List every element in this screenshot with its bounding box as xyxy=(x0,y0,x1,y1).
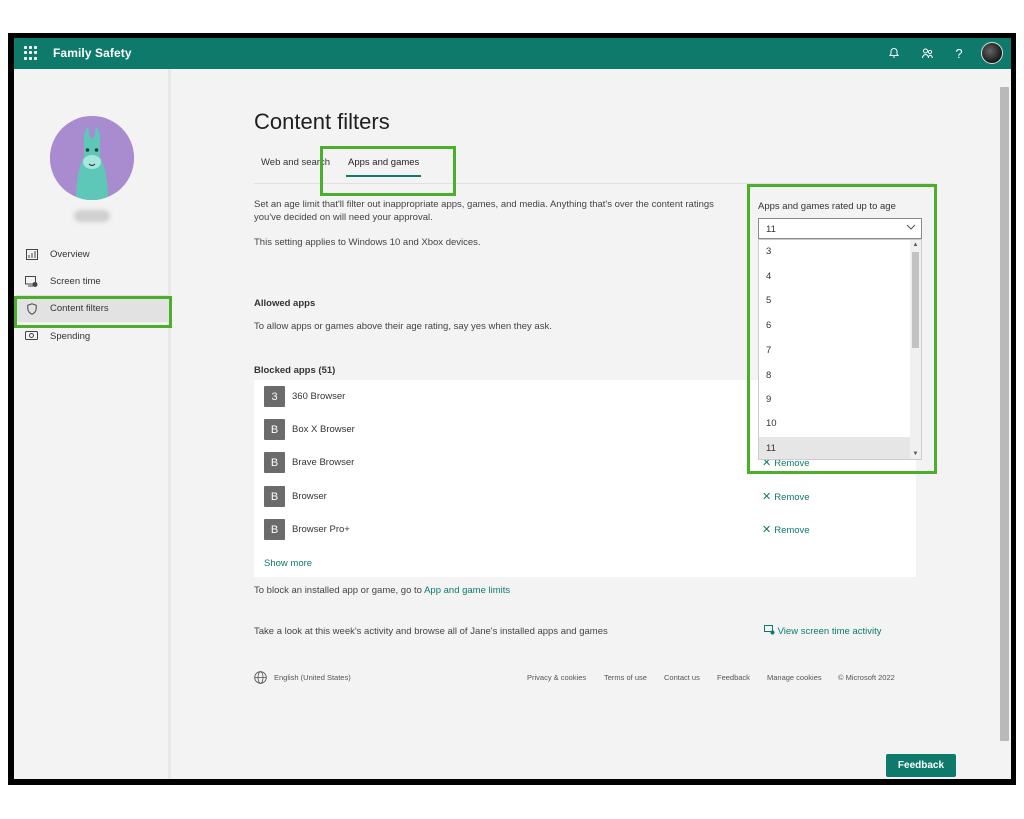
app-name: Browser xyxy=(292,491,327,502)
app-name: Browser Pro+ xyxy=(292,524,350,535)
language-selector[interactable]: English (United States) xyxy=(274,673,351,682)
overview-icon xyxy=(25,248,38,261)
page-scroll-thumb[interactable] xyxy=(1000,87,1009,741)
sidebar-item-screen-time[interactable]: Screen time xyxy=(16,268,170,295)
app-window: Family Safety ? Overview Screen time Con… xyxy=(14,38,1011,779)
profile-avatar xyxy=(50,116,134,200)
applies-to-text: This setting applies to Windows 10 and X… xyxy=(254,237,481,248)
footer-link-contact[interactable]: Contact us xyxy=(664,673,700,682)
filter-description: Set an age limit that'll filter out inap… xyxy=(254,199,714,223)
close-icon: ✕ xyxy=(762,524,772,536)
app-tile: B xyxy=(264,486,285,507)
app-tile: B xyxy=(264,452,285,473)
top-bar: Family Safety ? xyxy=(14,38,1011,69)
blocked-apps-title: Blocked apps (51) xyxy=(254,365,336,376)
view-screen-time-link[interactable]: View screen time activity xyxy=(764,625,881,638)
user-avatar[interactable] xyxy=(981,42,1003,64)
app-game-limits-link[interactable]: App and game limits xyxy=(424,585,510,596)
block-hint: To block an installed app or game, go to… xyxy=(254,585,511,596)
sidebar-item-label: Screen time xyxy=(50,276,101,287)
app-tile: B xyxy=(264,419,285,440)
app-name: Box X Browser xyxy=(292,424,355,435)
close-icon: ✕ xyxy=(762,491,772,503)
page-title: Content filters xyxy=(254,109,390,134)
help-icon[interactable]: ? xyxy=(950,44,968,62)
profile-name-blurred xyxy=(74,210,110,222)
footer-link-manage-cookies[interactable]: Manage cookies xyxy=(767,673,822,682)
app-launcher-icon[interactable] xyxy=(24,46,38,60)
activity-text: Take a look at this week's activity and … xyxy=(254,626,608,637)
footer-link-terms[interactable]: Terms of use xyxy=(604,673,647,682)
footer-link-privacy[interactable]: Privacy & cookies xyxy=(527,673,586,682)
app-name: Brave Browser xyxy=(292,457,355,468)
list-item: B Browser Pro+ ✕ Remove xyxy=(264,519,914,541)
app-tile: 3 xyxy=(264,386,285,407)
globe-icon xyxy=(254,671,267,686)
sidebar-item-label: Overview xyxy=(50,249,90,260)
remove-button[interactable]: ✕ Remove xyxy=(762,523,810,536)
spending-icon xyxy=(25,330,38,343)
remove-button[interactable]: ✕ Remove xyxy=(762,490,810,503)
highlight-apps-and-games-tab xyxy=(320,146,456,196)
app-tile: B xyxy=(264,519,285,540)
bell-icon[interactable] xyxy=(885,44,903,62)
allowed-apps-text: To allow apps or games above their age r… xyxy=(254,321,552,332)
footer: English (United States) Privacy & cookie… xyxy=(254,671,916,687)
family-icon[interactable] xyxy=(918,44,936,62)
app-title: Family Safety xyxy=(53,46,132,60)
app-name: 360 Browser xyxy=(292,391,346,402)
show-more-link[interactable]: Show more xyxy=(264,558,312,569)
page-scrollbar[interactable] xyxy=(997,69,1011,779)
list-item: B Browser ✕ Remove xyxy=(264,486,914,508)
screen-time-icon xyxy=(25,275,38,288)
allowed-apps-title: Allowed apps xyxy=(254,298,316,309)
copyright: © Microsoft 2022 xyxy=(838,673,895,682)
highlight-age-dropdown xyxy=(747,184,937,474)
sidebar-item-overview[interactable]: Overview xyxy=(16,241,170,268)
footer-link-feedback[interactable]: Feedback xyxy=(717,673,750,682)
feedback-button[interactable]: Feedback xyxy=(886,754,956,777)
sidebar: Overview Screen time Content filters Spe… xyxy=(14,69,171,779)
screen-time-icon xyxy=(764,625,778,637)
sidebar-item-label: Spending xyxy=(50,331,91,342)
highlight-content-filters xyxy=(14,296,172,328)
